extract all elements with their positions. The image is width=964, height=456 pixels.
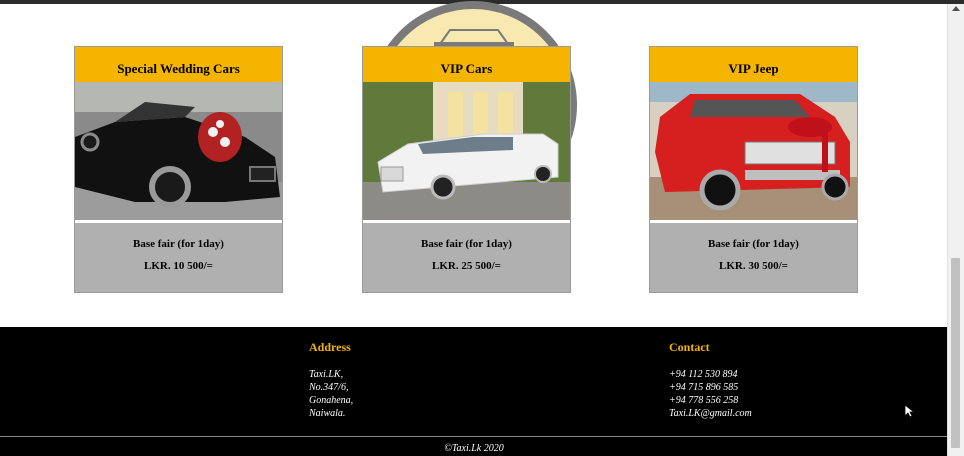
address-line: No.347/6, <box>309 382 349 393</box>
copyright-text: ©Taxi.Lk 2020 <box>444 443 504 454</box>
page-scrollbar[interactable] <box>947 4 964 456</box>
address-heading: Address <box>309 340 351 354</box>
address-block: Taxi.LK, No.347/6, Gonahena, Naiwala. <box>309 368 353 420</box>
fare-price: LKR. 25 500/= <box>432 260 501 272</box>
card-divider <box>363 220 570 223</box>
wedding-car-image <box>75 82 282 220</box>
address-line: Taxi.LK, <box>309 369 344 380</box>
address-line: Naiwala. <box>309 408 346 419</box>
fare-price: LKR. 10 500/= <box>144 260 213 272</box>
scroll-up-arrow-icon[interactable] <box>952 6 960 11</box>
contact-heading: Contact <box>669 340 710 354</box>
fare-label: Base fair (for 1day) <box>133 238 224 250</box>
contact-phone[interactable]: +94 778 556 258 <box>669 394 752 407</box>
footer-divider <box>0 436 948 437</box>
card-title: VIP Jeep <box>650 47 857 82</box>
contact-phone[interactable]: +94 715 896 585 <box>669 381 752 394</box>
contact-block: +94 112 530 894 +94 715 896 585 +94 778 … <box>669 368 752 420</box>
car-card-jeep[interactable]: VIP Jeep Base fair (for 1day) LKR. 30 50… <box>649 46 858 293</box>
jeep-image <box>650 82 857 220</box>
card-title: VIP Cars <box>363 47 570 82</box>
contact-email[interactable]: Taxi.LK@gmail.com <box>669 407 752 420</box>
limousine-image <box>363 82 570 220</box>
fare-label: Base fair (for 1day) <box>421 238 512 250</box>
card-title: Special Wedding Cars <box>75 47 282 82</box>
fare-price: LKR. 30 500/= <box>719 260 788 272</box>
footer: Address Taxi.LK, No.347/6, Gonahena, Nai… <box>0 327 948 456</box>
contact-phone[interactable]: +94 112 530 894 <box>669 368 752 381</box>
scroll-thumb[interactable] <box>951 258 960 448</box>
car-card-wedding[interactable]: Special Wedding Cars Base fair (for 1day… <box>74 46 283 293</box>
fare-label: Base fair (for 1day) <box>708 238 799 250</box>
card-divider <box>75 220 282 223</box>
address-line: Gonahena, <box>309 395 354 406</box>
car-card-vip[interactable]: VIP Cars Base fair (for 1day) LKR. 25 50… <box>362 46 571 293</box>
card-divider <box>650 220 857 223</box>
mouse-cursor-icon <box>904 404 916 423</box>
